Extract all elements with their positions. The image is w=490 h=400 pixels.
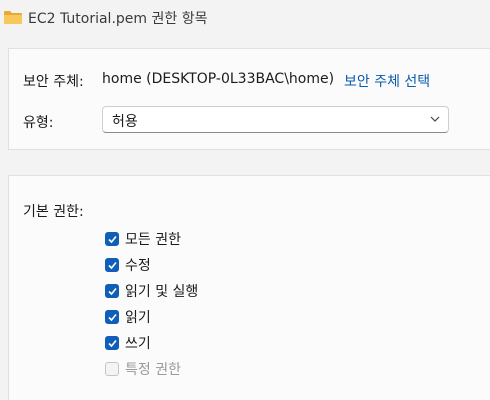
write-checkbox[interactable] (105, 336, 119, 350)
check-icon (108, 235, 117, 244)
check-icon (108, 287, 117, 296)
permission-label: 특정 권한 (125, 362, 181, 378)
read-execute-checkbox[interactable] (105, 284, 119, 298)
principal-value: home (DESKTOP-0L33BAC\home) (102, 71, 335, 87)
select-principal-link[interactable]: 보안 주체 선택 (344, 71, 430, 91)
special-permissions-checkbox (105, 362, 119, 376)
permission-label: 쓰기 (125, 336, 151, 352)
permission-write[interactable]: 쓰기 (105, 333, 151, 353)
permission-label: 읽기 (125, 310, 151, 326)
window-title: EC2 Tutorial.pem 권한 항목 (28, 11, 208, 27)
modify-checkbox[interactable] (105, 258, 119, 272)
type-select-value: 허용 (112, 114, 138, 130)
permission-label: 읽기 및 실행 (125, 284, 199, 300)
read-checkbox[interactable] (105, 310, 119, 324)
permission-entry-window: EC2 Tutorial.pem 권한 항목 보안 주체: home (DESK… (0, 0, 490, 400)
permission-modify[interactable]: 수정 (105, 255, 151, 275)
basic-permissions-label: 기본 권한: (23, 204, 84, 220)
chevron-down-icon (430, 116, 440, 122)
permission-label: 수정 (125, 258, 151, 274)
check-icon (108, 261, 117, 270)
permission-special: 특정 권한 (105, 359, 181, 379)
principal-label: 보안 주체: (23, 74, 84, 90)
permission-label: 모든 권한 (125, 232, 181, 248)
permission-read-execute[interactable]: 읽기 및 실행 (105, 281, 198, 301)
check-icon (108, 339, 117, 348)
permission-read[interactable]: 읽기 (105, 307, 151, 327)
folder-icon (4, 11, 22, 24)
title-bar: EC2 Tutorial.pem 권한 항목 (0, 0, 490, 34)
type-label: 유형: (23, 115, 54, 131)
principal-panel: 보안 주체: home (DESKTOP-0L33BAC\home) 보안 주체… (8, 48, 490, 150)
check-icon (108, 313, 117, 322)
permission-full-control[interactable]: 모든 권한 (105, 229, 181, 249)
full-control-checkbox[interactable] (105, 232, 119, 246)
type-select[interactable]: 허용 (102, 106, 449, 133)
permissions-panel: 기본 권한: 모든 권한 수정 읽기 및 실행 읽기 쓰기 특정 권한 (8, 175, 490, 400)
